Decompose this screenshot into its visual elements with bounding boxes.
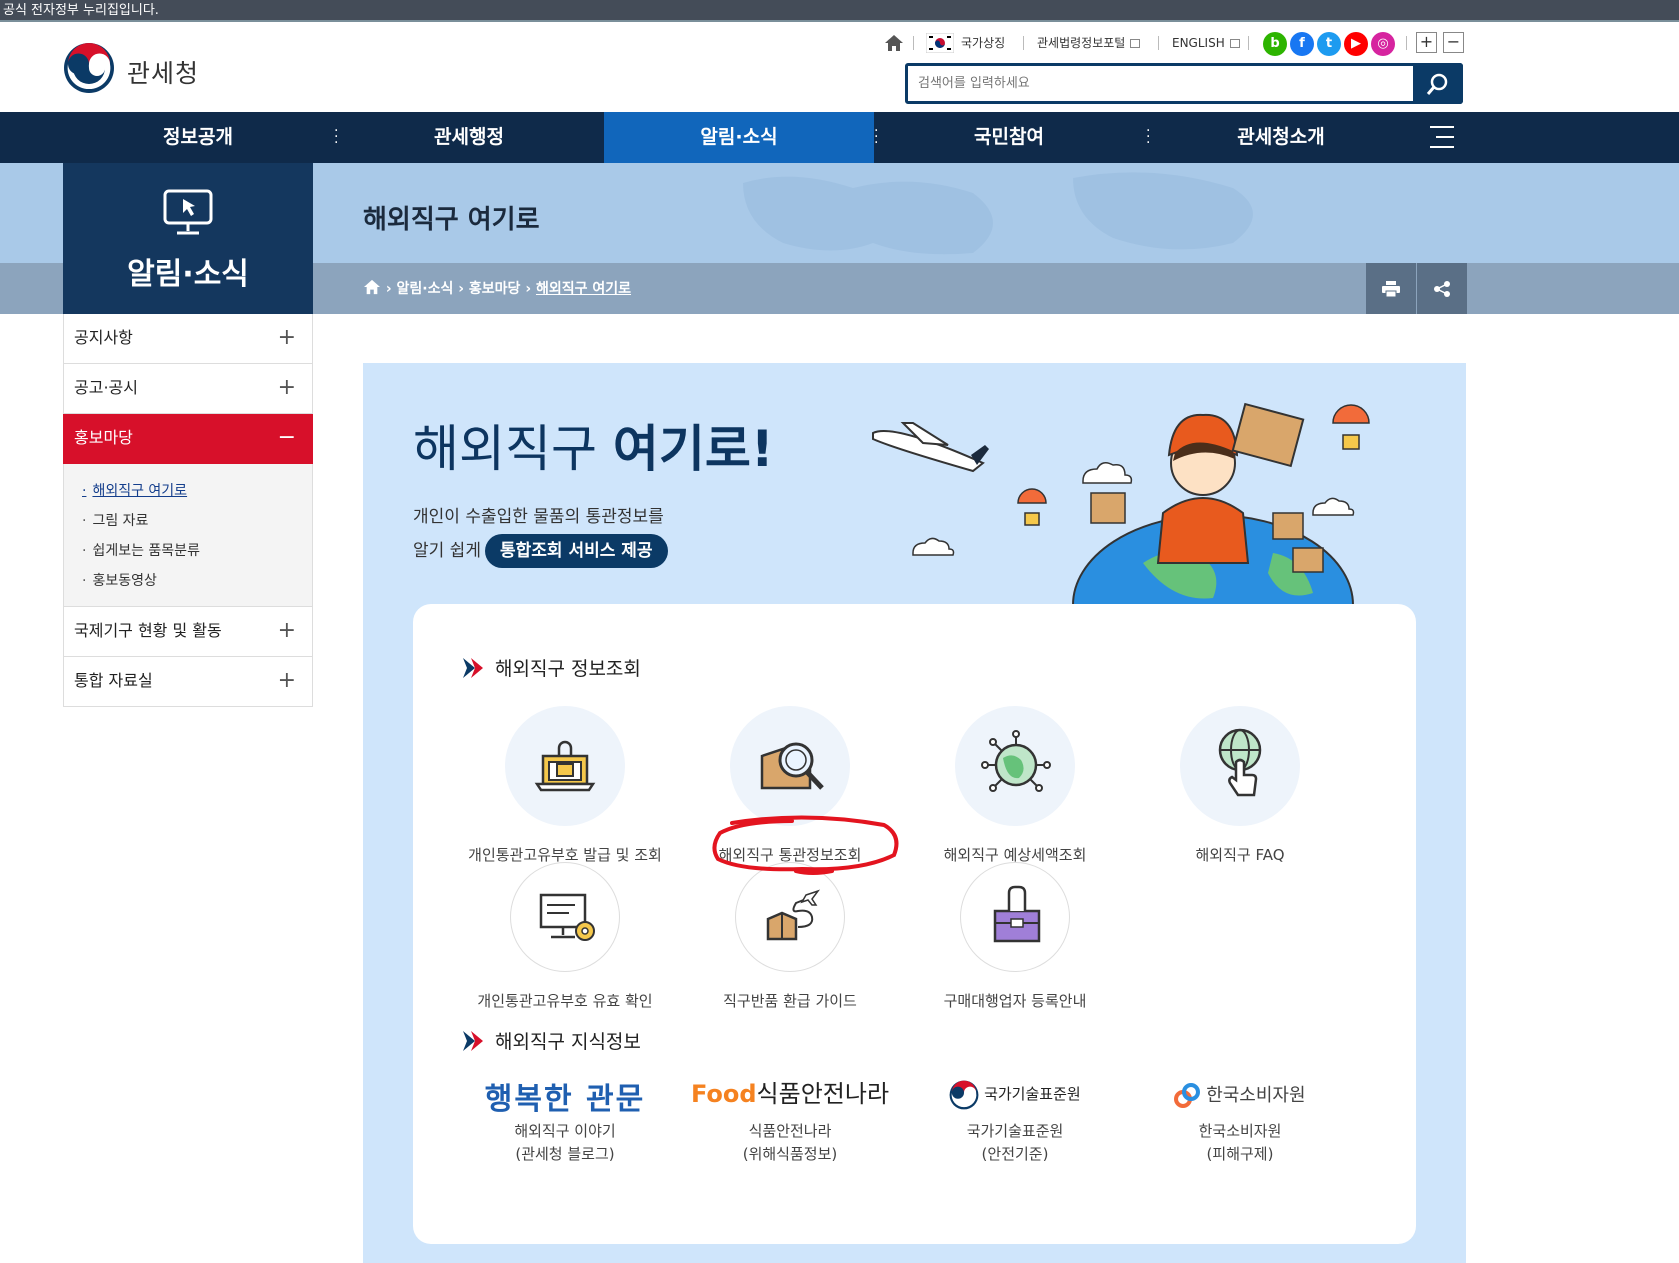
kats-logo: 국가기술표준원 xyxy=(895,1074,1135,1114)
globe-network-icon xyxy=(955,706,1075,826)
breadcrumb: › 알림·소식 › 홍보마당 › 해외직구 여기로 xyxy=(363,278,631,298)
globe-hand-icon xyxy=(1180,706,1300,826)
home-icon[interactable] xyxy=(363,279,381,295)
taegeuk-logo-icon[interactable] xyxy=(63,42,115,94)
brand-name[interactable]: 관세청 xyxy=(127,54,199,90)
breadcrumb-item[interactable]: 알림·소식 xyxy=(397,281,454,297)
monitor-gear-icon xyxy=(510,862,620,972)
share-button[interactable] xyxy=(1417,263,1467,314)
zoom-out-button[interactable]: − xyxy=(1443,32,1464,53)
search-box xyxy=(905,63,1463,104)
box-airplane-icon xyxy=(735,862,845,972)
hero-description: 개인이 수출입한 물품의 통관정보를 알기 쉽게 통합조회 서비스 제공 xyxy=(413,500,668,568)
lnb-sub-item-classification[interactable]: 쉽게보는 품목분류 xyxy=(82,536,312,566)
twitter-icon[interactable]: t xyxy=(1317,32,1341,56)
lnb-sub-item-images[interactable]: 그림 자료 xyxy=(82,506,312,536)
lnb-item-international[interactable]: 국제기구 현황 및 활동 + xyxy=(63,607,313,657)
section-title: 해외직구 지식정보 xyxy=(495,1031,641,1053)
korea-flag-icon xyxy=(926,33,954,53)
national-symbol-link[interactable]: 국가상징 xyxy=(961,32,1005,54)
section-chevron-icon xyxy=(463,658,483,678)
side-nav: 공지사항+ 공고·공시+ 홍보마당− 해외직구 여기로 그림 자료 쉽게보는 품… xyxy=(63,314,313,707)
all-menu-button[interactable] xyxy=(1428,126,1454,148)
share-icon xyxy=(1434,281,1450,297)
search-button[interactable] xyxy=(1413,63,1463,104)
law-portal-link[interactable]: 관세법령정보포털 xyxy=(1037,32,1141,54)
hero-illustration xyxy=(872,402,1370,605)
food-safety-logo: Food식품안전나라 xyxy=(690,1080,890,1108)
facebook-icon[interactable]: f xyxy=(1290,32,1314,56)
expand-icon: + xyxy=(277,618,296,643)
content-box: 해외직구 여기로! 개인이 수출입한 물품의 통관정보를 알기 쉽게 통합조회 서… xyxy=(363,363,1466,1263)
breadcrumb-item[interactable]: 홍보마당 xyxy=(469,281,521,297)
expand-icon: + xyxy=(277,375,296,400)
zoom-in-button[interactable]: + xyxy=(1416,32,1437,53)
service-faq[interactable]: 해외직구 FAQ xyxy=(1120,706,1360,865)
side-title: 알림·소식 xyxy=(127,257,249,292)
section-title: 해외직구 정보조회 xyxy=(495,658,641,680)
gov-banner: 공식 전자정부 누리집입니다. xyxy=(0,0,1679,22)
toolbox-hand-icon xyxy=(960,862,1070,972)
link-food-safety[interactable]: Food식품안전나라 식품안전나라 (위해식품정보) xyxy=(670,1074,910,1166)
consumer-agency-logo: 한국소비자원 xyxy=(1120,1074,1360,1114)
header: 관세청 국가상징 관세법령정보포털 ENGLISH b f t ▶ ◎ + − xyxy=(0,22,1679,112)
service-estimated-tax[interactable]: 해외직구 예상세액조회 xyxy=(895,706,1135,865)
search-icon xyxy=(1426,73,1448,95)
lnb-submenu: 해외직구 여기로 그림 자료 쉽게보는 품목분류 홍보동영상 xyxy=(63,464,313,607)
gnb-item-about[interactable]: 관세청소개 xyxy=(1146,112,1416,163)
gnb-item-customs-admin[interactable]: 관세행정 xyxy=(334,112,604,163)
lnb-item-archive[interactable]: 통합 자료실 + xyxy=(63,657,313,707)
gnb-item-news[interactable]: 알림·소식 xyxy=(604,112,874,163)
external-link-icon xyxy=(1229,39,1240,48)
search-input[interactable] xyxy=(908,66,1418,101)
lnb-sub-item-videos[interactable]: 홍보동영상 xyxy=(82,566,312,596)
home-icon[interactable] xyxy=(884,34,904,52)
gnb-item-participation[interactable]: 국민참여 xyxy=(874,112,1144,163)
lnb-item-pr[interactable]: 홍보마당 − xyxy=(63,414,313,464)
global-nav: 정보공개 ··· 관세행정 ··· 알림·소식 ··· 국민참여 ··· 관세청… xyxy=(0,112,1679,163)
link-kats[interactable]: 국가기술표준원 국가기술표준원 (안전기준) xyxy=(895,1074,1135,1166)
customs-blog-logo: 행복한 관문 xyxy=(484,1082,646,1117)
section-chevron-icon xyxy=(463,1031,483,1051)
print-button[interactable] xyxy=(1366,263,1416,314)
blog-icon[interactable]: b xyxy=(1263,32,1287,56)
hero-title: 해외직구 여기로! xyxy=(413,420,774,478)
gnb-item-info-disclosure[interactable]: 정보공개 xyxy=(63,112,333,163)
expand-icon: + xyxy=(277,325,296,350)
page-title: 해외직구 여기로 xyxy=(363,205,540,235)
print-icon xyxy=(1382,281,1400,297)
service-purchase-agent-registration[interactable]: 구매대행업자 등록안내 xyxy=(895,862,1135,1011)
box-magnifier-icon xyxy=(730,706,850,826)
youtube-icon[interactable]: ▶ xyxy=(1344,32,1368,56)
airplane-icon xyxy=(872,422,989,473)
collapse-icon: − xyxy=(277,425,296,450)
laptop-lock-icon xyxy=(505,706,625,826)
taegeuk-logo-icon xyxy=(949,1080,979,1109)
external-link-icon xyxy=(1130,39,1141,48)
service-return-refund-guide[interactable]: 직구반품 환급 가이드 xyxy=(670,862,910,1011)
lnb-sub-item-direct-purchase[interactable]: 해외직구 여기로 xyxy=(82,476,312,506)
service-personal-customs-code[interactable]: 개인통관고유부호 발급 및 조회 xyxy=(445,706,685,865)
side-title-block: 알림·소식 xyxy=(63,163,313,314)
english-link[interactable]: ENGLISH xyxy=(1172,32,1240,54)
link-customs-blog[interactable]: 행복한 관문 해외직구 이야기 (관세청 블로그) xyxy=(445,1074,685,1166)
lnb-item-notice[interactable]: 공지사항 + xyxy=(63,314,313,364)
monitor-cursor-icon xyxy=(163,189,213,235)
breadcrumb-current: 해외직구 여기로 xyxy=(535,281,632,297)
service-code-validation[interactable]: 개인통관고유부호 유효 확인 xyxy=(445,862,685,1011)
expand-icon: + xyxy=(277,668,296,693)
red-highlight-annotation xyxy=(712,815,899,875)
link-consumer-agency[interactable]: 한국소비자원 한국소비자원 (피해구제) xyxy=(1120,1074,1360,1166)
consumer-agency-icon xyxy=(1174,1083,1201,1108)
service-pill: 통합조회 서비스 제공 xyxy=(484,534,668,568)
service-panel: 해외직구 정보조회 개인통관고유부호 발급 및 조회 해외직구 통관정보조회 해… xyxy=(413,604,1416,1244)
lnb-item-announcement[interactable]: 공고·공시 + xyxy=(63,364,313,414)
instagram-icon[interactable]: ◎ xyxy=(1371,32,1395,56)
